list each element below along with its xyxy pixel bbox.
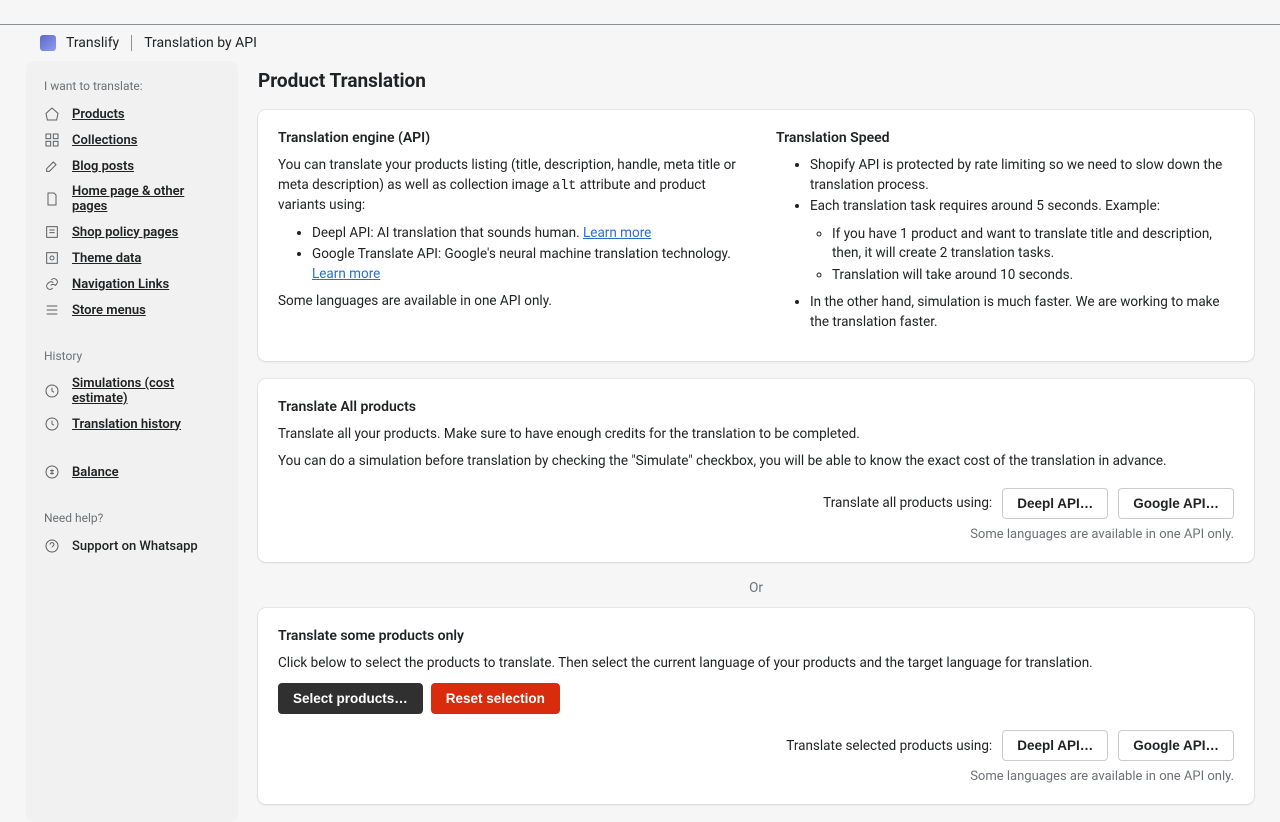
sidebar-item-balance[interactable]: Balance bbox=[26, 459, 238, 485]
speed-bullet-1: Shopify API is protected by rate limitin… bbox=[810, 156, 1234, 195]
engine-desc: You can translate your products listing … bbox=[278, 156, 736, 216]
theme-icon bbox=[44, 250, 60, 266]
collections-icon bbox=[44, 132, 60, 148]
sidebar-heading-help: Need help? bbox=[26, 507, 238, 533]
menu-icon bbox=[44, 302, 60, 318]
sidebar-item-simulations[interactable]: Simulations (cost estimate) bbox=[26, 371, 238, 411]
some-note: Some languages are available in one API … bbox=[278, 769, 1234, 784]
engine-note: Some languages are available in one API … bbox=[278, 292, 736, 312]
translate-all-card: Translate All products Translate all you… bbox=[258, 379, 1254, 562]
speed-bullet-2: Each translation task requires around 5 … bbox=[810, 197, 1234, 285]
app-header: Translify Translation by API bbox=[0, 25, 1280, 61]
balance-icon bbox=[44, 464, 60, 480]
learn-more-google-link[interactable]: Learn more bbox=[312, 266, 380, 282]
engine-bullet-google: Google Translate API: Google's neural ma… bbox=[312, 245, 736, 284]
all-lead: Translate all products using: bbox=[823, 495, 992, 511]
all-deepl-button[interactable]: Deepl API… bbox=[1002, 488, 1108, 519]
sidebar: I want to translate: Products Collection… bbox=[26, 61, 238, 822]
page-title: Product Translation bbox=[258, 69, 1254, 92]
all-note: Some languages are available in one API … bbox=[278, 527, 1234, 542]
link-icon bbox=[44, 276, 60, 292]
sidebar-item-products[interactable]: Products bbox=[26, 101, 238, 127]
engine-heading: Translation engine (API) bbox=[278, 130, 736, 146]
app-name: Translify bbox=[66, 35, 119, 51]
sidebar-item-blog[interactable]: Blog posts bbox=[26, 153, 238, 179]
sidebar-heading-history: History bbox=[26, 345, 238, 371]
sidebar-item-support[interactable]: Support on Whatsapp bbox=[26, 533, 238, 559]
some-p1: Click below to select the products to tr… bbox=[278, 654, 1234, 674]
sidebar-item-collections[interactable]: Collections bbox=[26, 127, 238, 153]
policy-icon bbox=[44, 224, 60, 240]
header-divider bbox=[131, 35, 132, 51]
all-p1: Translate all your products. Make sure t… bbox=[278, 425, 1234, 445]
speed-sub-2: Translation will take around 10 seconds. bbox=[832, 266, 1234, 286]
tag-icon bbox=[44, 106, 60, 122]
main-content: Product Translation Translation engine (… bbox=[258, 61, 1254, 822]
learn-more-deepl-link[interactable]: Learn more bbox=[583, 225, 651, 241]
sidebar-item-navlinks[interactable]: Navigation Links bbox=[26, 271, 238, 297]
some-google-button[interactable]: Google API… bbox=[1118, 730, 1234, 761]
some-heading: Translate some products only bbox=[278, 628, 1234, 644]
speed-sub-1: If you have 1 product and want to transl… bbox=[832, 225, 1234, 264]
speed-bullet-3: In the other hand, simulation is much fa… bbox=[810, 293, 1234, 332]
all-p2: You can do a simulation before translati… bbox=[278, 452, 1234, 472]
edit-icon bbox=[44, 158, 60, 174]
engine-bullet-deepl: Deepl API: AI translation that sounds hu… bbox=[312, 224, 736, 244]
help-icon bbox=[44, 538, 60, 554]
sidebar-item-pages[interactable]: Home page & other pages bbox=[26, 179, 238, 219]
some-deepl-button[interactable]: Deepl API… bbox=[1002, 730, 1108, 761]
all-heading: Translate All products bbox=[278, 399, 1234, 415]
sidebar-heading-translate: I want to translate: bbox=[26, 75, 238, 101]
speed-heading: Translation Speed bbox=[776, 130, 1234, 146]
sidebar-item-menus[interactable]: Store menus bbox=[26, 297, 238, 323]
page-icon bbox=[44, 191, 60, 207]
sidebar-item-history[interactable]: Translation history bbox=[26, 411, 238, 437]
clock-icon bbox=[44, 383, 60, 399]
or-divider: Or bbox=[258, 580, 1254, 596]
reset-selection-button[interactable]: Reset selection bbox=[431, 683, 560, 714]
some-lead: Translate selected products using: bbox=[786, 738, 992, 754]
translate-some-card: Translate some products only Click below… bbox=[258, 608, 1254, 805]
select-products-button[interactable]: Select products… bbox=[278, 683, 423, 714]
app-logo-icon bbox=[40, 35, 56, 51]
all-google-button[interactable]: Google API… bbox=[1118, 488, 1234, 519]
sidebar-item-theme[interactable]: Theme data bbox=[26, 245, 238, 271]
app-subtitle: Translation by API bbox=[144, 35, 257, 51]
history-icon bbox=[44, 416, 60, 432]
top-divider bbox=[0, 0, 1280, 25]
sidebar-item-policy[interactable]: Shop policy pages bbox=[26, 219, 238, 245]
engine-speed-card: Translation engine (API) You can transla… bbox=[258, 110, 1254, 361]
